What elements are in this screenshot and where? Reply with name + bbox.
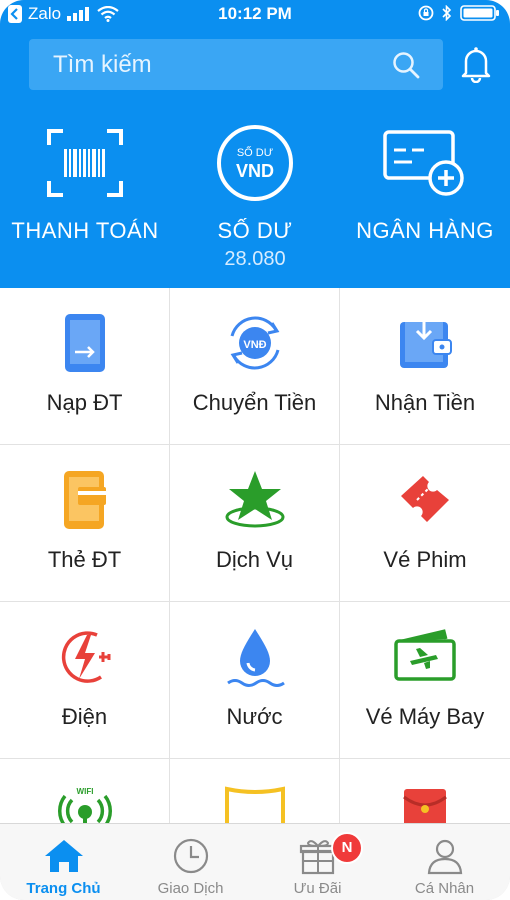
- bank-card-add-icon: [383, 130, 464, 196]
- service-label: Chuyển Tiền: [192, 390, 317, 415]
- service-label: Thẻ ĐT: [47, 547, 122, 572]
- flight-ticket-icon: [394, 629, 456, 681]
- service-dien[interactable]: Điện: [0, 602, 170, 759]
- water-drop-icon: [226, 629, 285, 687]
- rotation-lock-icon: [418, 5, 434, 21]
- battery-icon: [460, 5, 499, 21]
- quick-so-du[interactable]: SỐ DƯ VND SỐ DƯ 28.080: [170, 118, 340, 271]
- movie-ticket-icon: [401, 476, 449, 522]
- service-the-dt[interactable]: Thẻ ĐT: [0, 445, 170, 602]
- quick-label: SỐ DƯ: [217, 218, 293, 243]
- coin-text: VNĐ: [243, 339, 266, 351]
- service-label: Nước: [226, 704, 283, 729]
- service-dich-vu[interactable]: Dịch Vụ: [170, 445, 340, 602]
- search-icon[interactable]: [391, 50, 421, 80]
- service-nuoc[interactable]: Nước: [170, 602, 340, 759]
- service-label: Điện: [61, 704, 108, 729]
- service-label: Nạp ĐT: [46, 390, 123, 415]
- coin-main-text: VND: [236, 161, 274, 181]
- services-grid: Nạp ĐT VNĐ Chuyển Tiền Nhận Tiền Thẻ ĐT …: [0, 288, 510, 900]
- tab-uu-dai[interactable]: N Ưu Đãi: [254, 824, 381, 900]
- bluetooth-icon: [442, 5, 452, 21]
- service-label: Vé Phim: [383, 547, 467, 572]
- tab-label: Giao Dịch: [157, 880, 224, 897]
- user-icon: [427, 839, 462, 875]
- star-service-icon: [225, 471, 284, 528]
- tab-trang-chu[interactable]: Trang Chủ: [0, 824, 127, 900]
- quick-thanh-toan[interactable]: THANH TOÁN: [0, 118, 170, 244]
- home-icon: [44, 840, 83, 872]
- service-label: Nhận Tiền: [374, 390, 476, 415]
- tab-ca-nhan[interactable]: Cá Nhân: [381, 824, 508, 900]
- wallet-screen: Zalo 10:12 PM Tìm kiếm THANH TOÁN SỐ DƯ …: [0, 0, 510, 900]
- tab-label: Cá Nhân: [414, 880, 475, 897]
- service-nhan-tien[interactable]: Nhận Tiền: [340, 288, 510, 445]
- tab-badge: N: [331, 832, 363, 864]
- balance-value: 28.080: [224, 248, 286, 270]
- phone-card-icon: [63, 471, 106, 529]
- quick-label: NGÂN HÀNG: [356, 218, 494, 243]
- quick-label: THANH TOÁN: [11, 218, 159, 243]
- barcode-scan-icon: [47, 129, 123, 197]
- service-ve-phim[interactable]: Vé Phim: [340, 445, 510, 602]
- tab-giao-dich[interactable]: Giao Dịch: [127, 824, 254, 900]
- tab-label: Trang Chủ: [26, 880, 101, 897]
- search-input[interactable]: Tìm kiếm: [53, 51, 152, 79]
- service-label: Dịch Vụ: [215, 547, 294, 572]
- clock-icon: [173, 838, 208, 874]
- status-bar: Zalo 10:12 PM: [0, 0, 510, 30]
- wifi-text: WIFI: [76, 787, 93, 796]
- electricity-icon: [61, 631, 110, 683]
- tab-bar: Trang Chủ Giao Dịch N Ưu Đãi Cá Nhân: [0, 823, 510, 900]
- tab-label: Ưu Đãi: [293, 880, 342, 897]
- bell-icon[interactable]: [460, 45, 492, 83]
- balance-coin-icon: SỐ DƯ VND: [217, 125, 293, 201]
- service-nap-dt[interactable]: Nạp ĐT: [0, 288, 170, 445]
- status-right: [418, 5, 500, 21]
- receive-money-icon: [400, 316, 452, 368]
- coin-top-text: SỐ DƯ: [237, 145, 273, 159]
- service-chuyen-tien[interactable]: VNĐ Chuyển Tiền: [170, 288, 340, 445]
- service-ve-may-bay[interactable]: Vé Máy Bay: [340, 602, 510, 759]
- phone-topup-icon: [64, 314, 105, 372]
- search-bar[interactable]: Tìm kiếm: [29, 39, 443, 90]
- service-label: Vé Máy Bay: [365, 704, 485, 729]
- quick-ngan-hang[interactable]: NGÂN HÀNG: [340, 118, 510, 244]
- transfer-money-icon: VNĐ: [230, 316, 279, 370]
